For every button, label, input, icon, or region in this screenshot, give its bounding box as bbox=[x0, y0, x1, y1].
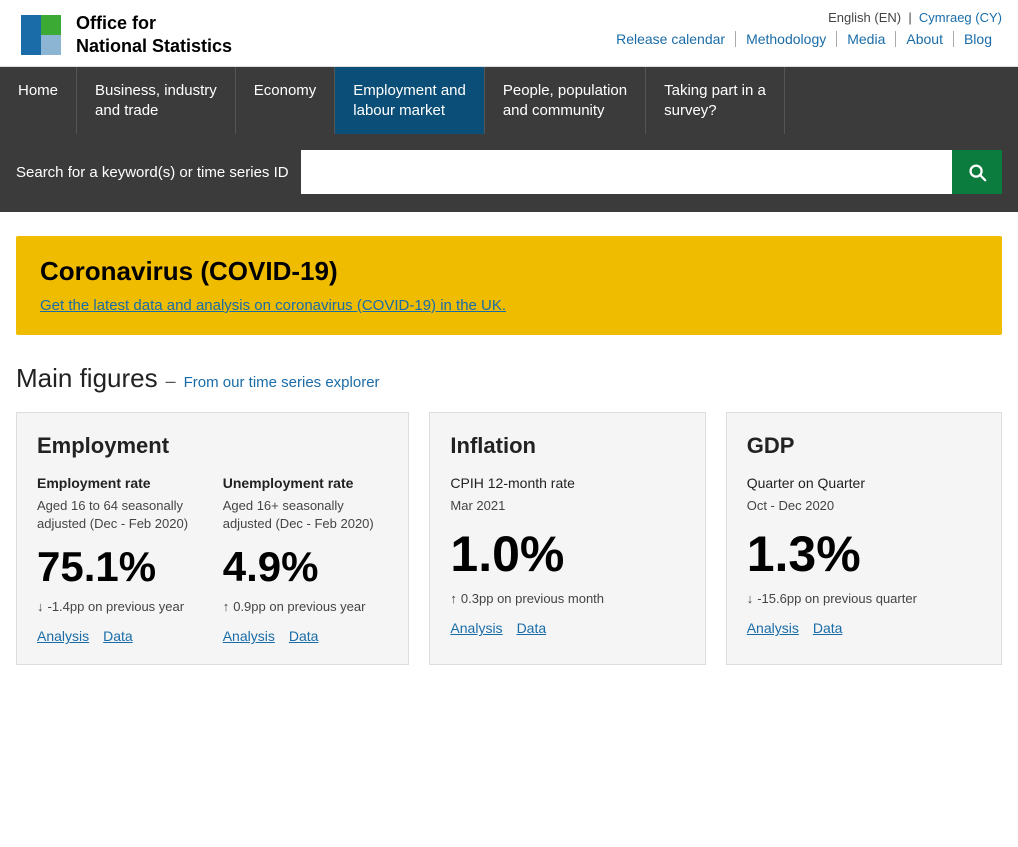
header-right: English (EN) | Cymraeg (CY) Release cale… bbox=[606, 10, 1002, 47]
about-link[interactable]: About bbox=[895, 31, 953, 47]
covid-title: Coronavirus (COVID-19) bbox=[40, 256, 978, 287]
inflation-value: 1.0% bbox=[450, 525, 684, 583]
top-navigation: Release calendar Methodology Media About… bbox=[606, 31, 1002, 47]
site-header: Office for National Statistics English (… bbox=[0, 0, 1018, 67]
unemployment-rate-arrow: ↑ bbox=[223, 599, 230, 614]
search-input[interactable] bbox=[301, 150, 952, 194]
unemployment-rate-change-text: 0.9pp on previous year bbox=[233, 599, 365, 614]
covid-link[interactable]: Get the latest data and analysis on coro… bbox=[40, 297, 506, 314]
inflation-arrow: ↑ bbox=[450, 591, 457, 606]
gdp-change: ↓ -15.6pp on previous quarter bbox=[747, 591, 981, 606]
logo-text: Office for National Statistics bbox=[76, 12, 232, 59]
inflation-change-text: 0.3pp on previous month bbox=[461, 591, 604, 606]
employment-rate-links: Analysis Data bbox=[37, 628, 203, 644]
nav-economy[interactable]: Economy bbox=[236, 67, 336, 134]
inflation-links: Analysis Data bbox=[450, 620, 684, 636]
search-bar: Search for a keyword(s) or time series I… bbox=[0, 134, 1018, 212]
search-input-wrap bbox=[301, 150, 1002, 194]
language-bar: English (EN) | Cymraeg (CY) bbox=[828, 10, 1002, 25]
search-button[interactable] bbox=[952, 150, 1002, 194]
media-link[interactable]: Media bbox=[836, 31, 895, 47]
employment-rate-analysis-link[interactable]: Analysis bbox=[37, 628, 89, 644]
nav-business[interactable]: Business, industryand trade bbox=[77, 67, 236, 134]
employment-rate-col: Employment rate Aged 16 to 64 seasonally… bbox=[37, 475, 203, 644]
covid-banner: Coronavirus (COVID-19) Get the latest da… bbox=[16, 236, 1002, 335]
inflation-change: ↑ 0.3pp on previous month bbox=[450, 591, 684, 606]
nav-survey[interactable]: Taking part in asurvey? bbox=[646, 67, 785, 134]
employment-rate-data-link[interactable]: Data bbox=[103, 628, 133, 644]
ons-logo-icon bbox=[16, 10, 66, 60]
nav-people[interactable]: People, populationand community bbox=[485, 67, 646, 134]
unemployment-rate-links: Analysis Data bbox=[223, 628, 389, 644]
unemployment-rate-col: Unemployment rate Aged 16+ seasonally ad… bbox=[223, 475, 389, 644]
unemployment-rate-data-link[interactable]: Data bbox=[289, 628, 319, 644]
inflation-stat-label: CPIH 12-month rate bbox=[450, 475, 684, 491]
employment-rate-change: ↓ -1.4pp on previous year bbox=[37, 599, 203, 614]
gdp-change-text: -15.6pp on previous quarter bbox=[757, 591, 917, 606]
methodology-link[interactable]: Methodology bbox=[735, 31, 836, 47]
main-navigation: Home Business, industryand trade Economy… bbox=[0, 67, 1018, 134]
gdp-card-title: GDP bbox=[747, 433, 981, 459]
gdp-value: 1.3% bbox=[747, 525, 981, 583]
blog-link[interactable]: Blog bbox=[953, 31, 1002, 47]
search-icon bbox=[966, 161, 988, 183]
employment-card-cols: Employment rate Aged 16 to 64 seasonally… bbox=[37, 475, 388, 644]
gdp-data-link[interactable]: Data bbox=[813, 620, 843, 636]
inflation-period: Mar 2021 bbox=[450, 497, 684, 515]
cards-row: Employment Employment rate Aged 16 to 64… bbox=[16, 412, 1002, 665]
search-label: Search for a keyword(s) or time series I… bbox=[16, 164, 289, 181]
unemployment-rate-analysis-link[interactable]: Analysis bbox=[223, 628, 275, 644]
nav-home[interactable]: Home bbox=[0, 67, 77, 134]
employment-rate-desc: Aged 16 to 64 seasonally adjusted (Dec -… bbox=[37, 497, 203, 533]
employment-rate-value: 75.1% bbox=[37, 543, 203, 591]
nav-employment[interactable]: Employment andlabour market bbox=[335, 67, 485, 134]
inflation-card: Inflation CPIH 12-month rate Mar 2021 1.… bbox=[429, 412, 705, 665]
main-figures-heading: Main figures – From our time series expl… bbox=[16, 363, 1002, 394]
unemployment-rate-desc: Aged 16+ seasonally adjusted (Dec - Feb … bbox=[223, 497, 389, 533]
welsh-language-link[interactable]: Cymraeg (CY) bbox=[919, 10, 1002, 25]
employment-card-title: Employment bbox=[37, 433, 388, 459]
inflation-card-title: Inflation bbox=[450, 433, 684, 459]
gdp-arrow: ↓ bbox=[747, 591, 754, 606]
gdp-period: Oct - Dec 2020 bbox=[747, 497, 981, 515]
unemployment-rate-label: Unemployment rate bbox=[223, 475, 389, 491]
employment-rate-arrow: ↓ bbox=[37, 599, 44, 614]
gdp-card: GDP Quarter on Quarter Oct - Dec 2020 1.… bbox=[726, 412, 1002, 665]
inflation-analysis-link[interactable]: Analysis bbox=[450, 620, 502, 636]
gdp-links: Analysis Data bbox=[747, 620, 981, 636]
employment-rate-change-text: -1.4pp on previous year bbox=[48, 599, 185, 614]
time-series-explorer-link[interactable]: From our time series explorer bbox=[184, 374, 380, 391]
employment-rate-label: Employment rate bbox=[37, 475, 203, 491]
unemployment-rate-value: 4.9% bbox=[223, 543, 389, 591]
logo-area: Office for National Statistics bbox=[16, 10, 232, 60]
unemployment-rate-change: ↑ 0.9pp on previous year bbox=[223, 599, 389, 614]
release-calendar-link[interactable]: Release calendar bbox=[606, 31, 735, 47]
gdp-analysis-link[interactable]: Analysis bbox=[747, 620, 799, 636]
employment-card: Employment Employment rate Aged 16 to 64… bbox=[16, 412, 409, 665]
inflation-data-link[interactable]: Data bbox=[517, 620, 547, 636]
gdp-stat-label: Quarter on Quarter bbox=[747, 475, 981, 491]
